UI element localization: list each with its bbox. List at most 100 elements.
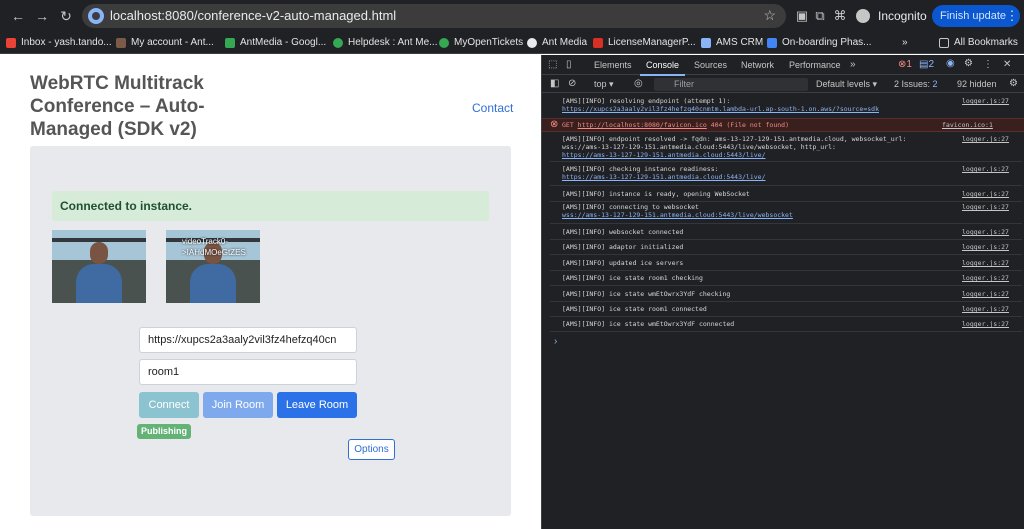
console-log-entry: [AMS][INFO] ice state wmEtOwrx3YdF conne… (562, 320, 1022, 328)
bookmark-item[interactable]: Ant Media (527, 35, 587, 51)
more-tabs-icon[interactable]: » (850, 59, 856, 71)
bookmark-label: AMS CRM (716, 37, 764, 48)
console-log-entry: [AMS][INFO] instance is ready, opening W… (562, 190, 1022, 198)
hidden-count: 92 hidden (957, 79, 997, 89)
log-source-link[interactable]: logger.js:27 (962, 305, 1009, 313)
conference-panel: Connected to instance. videoTrack0->IAHd… (30, 146, 511, 516)
context-selector[interactable]: top ▾ (594, 78, 614, 90)
bookmark-item[interactable]: On-boarding Phas... (767, 35, 872, 51)
bookmark-label: Helpdesk : Ant Me... (348, 37, 438, 48)
room-input[interactable]: room1 (139, 359, 357, 385)
site-info-icon[interactable] (88, 8, 104, 24)
tab-elements[interactable]: Elements (594, 59, 632, 71)
endpoint-input[interactable]: https://xupcs2a3aaly2vil3fz4hefzq40cn (139, 327, 357, 353)
contact-link[interactable]: Contact (472, 101, 513, 115)
log-source-link[interactable]: logger.js:27 (962, 135, 1009, 143)
log-source-link[interactable]: logger.js:27 (962, 290, 1009, 298)
forward-icon[interactable]: → (34, 8, 50, 24)
live-expression-eye-icon[interactable]: ◎ (634, 78, 643, 90)
bookmark-label: Inbox - yash.tando... (21, 37, 112, 48)
issues-count: 2 (932, 79, 938, 89)
log-link[interactable]: http://localhost:8080/favicon.ico (578, 121, 707, 129)
web-page: WebRTC Multitrack Conference – Auto-Mana… (0, 55, 541, 529)
ai-assistance-icon[interactable]: ◉ (946, 58, 955, 70)
log-source-link[interactable]: logger.js:27 (962, 320, 1009, 328)
log-source-link[interactable]: logger.js:27 (962, 97, 1009, 105)
console-log-entry: [AMS][INFO] resolving endpoint (attempt … (562, 97, 1022, 113)
error-count-icon[interactable]: ⊗1 (898, 59, 912, 71)
console-log-entry: [AMS][INFO] updated ice servers logger.js… (562, 259, 1022, 267)
bookmark-item[interactable]: AMS CRM (701, 35, 763, 51)
extensions-icon[interactable]: ⧉ (812, 8, 828, 24)
log-text: [AMS][INFO] ice state wmEtOwrx3YdF check… (562, 290, 731, 298)
sidebar-toggle-icon[interactable]: ◧ (550, 78, 559, 90)
error-count: 1 (906, 59, 912, 70)
back-icon[interactable]: ← (10, 8, 26, 24)
log-source-link[interactable]: logger.js:27 (962, 165, 1009, 173)
console-filter-input[interactable]: Filter (654, 78, 808, 91)
browser-toolbar: ← → ↻ localhost:8080/conference-v2-auto-… (0, 0, 1024, 32)
remote-video-label: videoTrack0->IAHdMOeGtZES (182, 237, 246, 257)
bookmark-item[interactable]: Helpdesk : Ant Me... (333, 35, 438, 51)
bookmark-item[interactable]: Inbox - yash.tando... (6, 35, 112, 51)
log-text: [AMS][INFO] websocket connected (562, 228, 684, 236)
log-source-link[interactable]: logger.js:27 (962, 274, 1009, 282)
reload-icon[interactable]: ↻ (58, 8, 74, 24)
console-settings-gear-icon[interactable]: ⚙ (1009, 78, 1018, 90)
clear-console-icon[interactable]: ⊘ (568, 78, 576, 90)
bookmark-item[interactable]: MyOpenTickets (439, 35, 523, 51)
console-prompt[interactable]: › (554, 336, 557, 347)
bookmark-item[interactable]: My account - Ant... (116, 35, 214, 51)
devtools-panel: ⬚ ▯ Elements Console Sources Network Per… (541, 55, 1024, 529)
connect-button[interactable]: Connect (139, 392, 199, 418)
log-link[interactable]: https://ams-13-127-129-151.antmedia.clou… (562, 173, 766, 181)
log-text: [AMS][INFO] adaptor initialized (562, 243, 684, 251)
log-link[interactable]: https://xupcs2a3aaly2vil3fz4hefzq40cnmtm… (562, 105, 879, 113)
issues-label: 2 Issues: (894, 79, 931, 89)
log-source-link[interactable]: logger.js:27 (962, 228, 1009, 236)
more-menu-icon[interactable]: ⋮ (1004, 8, 1020, 24)
all-bookmarks-folder[interactable]: All Bookmarks (939, 35, 1018, 51)
join-room-button[interactable]: Join Room (203, 392, 273, 418)
settings-gear-icon[interactable]: ⚙ (964, 58, 973, 70)
log-source-link[interactable]: logger.js:27 (962, 259, 1009, 267)
options-button[interactable]: Options (348, 439, 395, 460)
log-link[interactable]: https://ams-13-127-129-151.antmedia.clou… (562, 151, 766, 159)
tab-network[interactable]: Network (741, 59, 774, 71)
log-source-link[interactable]: favicon.ico:1 (942, 121, 993, 129)
console-log-entry: [AMS][INFO] websocket connected logger.js… (562, 228, 1022, 236)
more-bookmarks-icon[interactable]: » (902, 35, 908, 51)
bookmark-label: LicenseManagerP... (608, 37, 696, 48)
log-link[interactable]: wss://ams-13-127-129-151.antmedia.cloud:… (562, 211, 793, 219)
log-source-link[interactable]: logger.js:27 (962, 203, 1009, 211)
customize-menu-icon[interactable]: ⋮ (983, 59, 993, 71)
console-log-entry: [AMS][INFO] connecting to websocket wss:/… (562, 203, 1022, 219)
device-toolbar-icon[interactable]: ▯ (566, 59, 572, 71)
console-log-entry: [AMS][INFO] endpoint resolved -> fqdn: a… (562, 135, 1022, 159)
message-count-icon[interactable]: ▤2 (919, 59, 934, 71)
inspect-icon[interactable]: ⬚ (548, 59, 557, 71)
devtools-tabbar: ⬚ ▯ Elements Console Sources Network Per… (542, 55, 1024, 76)
log-text: [AMS][INFO] ice state wmEtOwrx3YdF conne… (562, 320, 735, 328)
tab-console[interactable]: Console (639, 59, 686, 76)
log-levels-dropdown[interactable]: Default levels ▾ (816, 78, 877, 90)
log-text-suffix: 404 (File not found) (706, 121, 789, 129)
bookmark-star-icon[interactable]: ☆ (763, 7, 776, 24)
screen-cast-icon[interactable]: ▣ (794, 8, 810, 24)
extensions-puzzle-icon[interactable]: ⌘ (832, 8, 848, 24)
console-toolbar: ◧ ⊘ top ▾ ◎ Filter Default levels ▾ 2 Is… (542, 75, 1024, 93)
tab-performance[interactable]: Performance (789, 59, 841, 71)
log-source-link[interactable]: logger.js:27 (962, 190, 1009, 198)
tab-sources[interactable]: Sources (694, 59, 727, 71)
error-icon: ⊗ (550, 119, 559, 130)
leave-room-button[interactable]: Leave Room (277, 392, 357, 418)
address-bar[interactable]: localhost:8080/conference-v2-auto-manage… (82, 4, 786, 28)
issues-counter[interactable]: 2 Issues: 2 (894, 78, 938, 90)
log-source-link[interactable]: logger.js:27 (962, 243, 1009, 251)
console-log-entry: [AMS][INFO] adaptor initialized logger.js… (562, 243, 1022, 251)
local-video (52, 230, 146, 303)
bookmark-item[interactable]: AntMedia - Googl... (225, 35, 326, 51)
bookmark-item[interactable]: LicenseManagerP... (593, 35, 696, 51)
incognito-indicator[interactable]: Incognito (856, 6, 927, 26)
close-devtools-icon[interactable]: ✕ (1003, 59, 1011, 71)
